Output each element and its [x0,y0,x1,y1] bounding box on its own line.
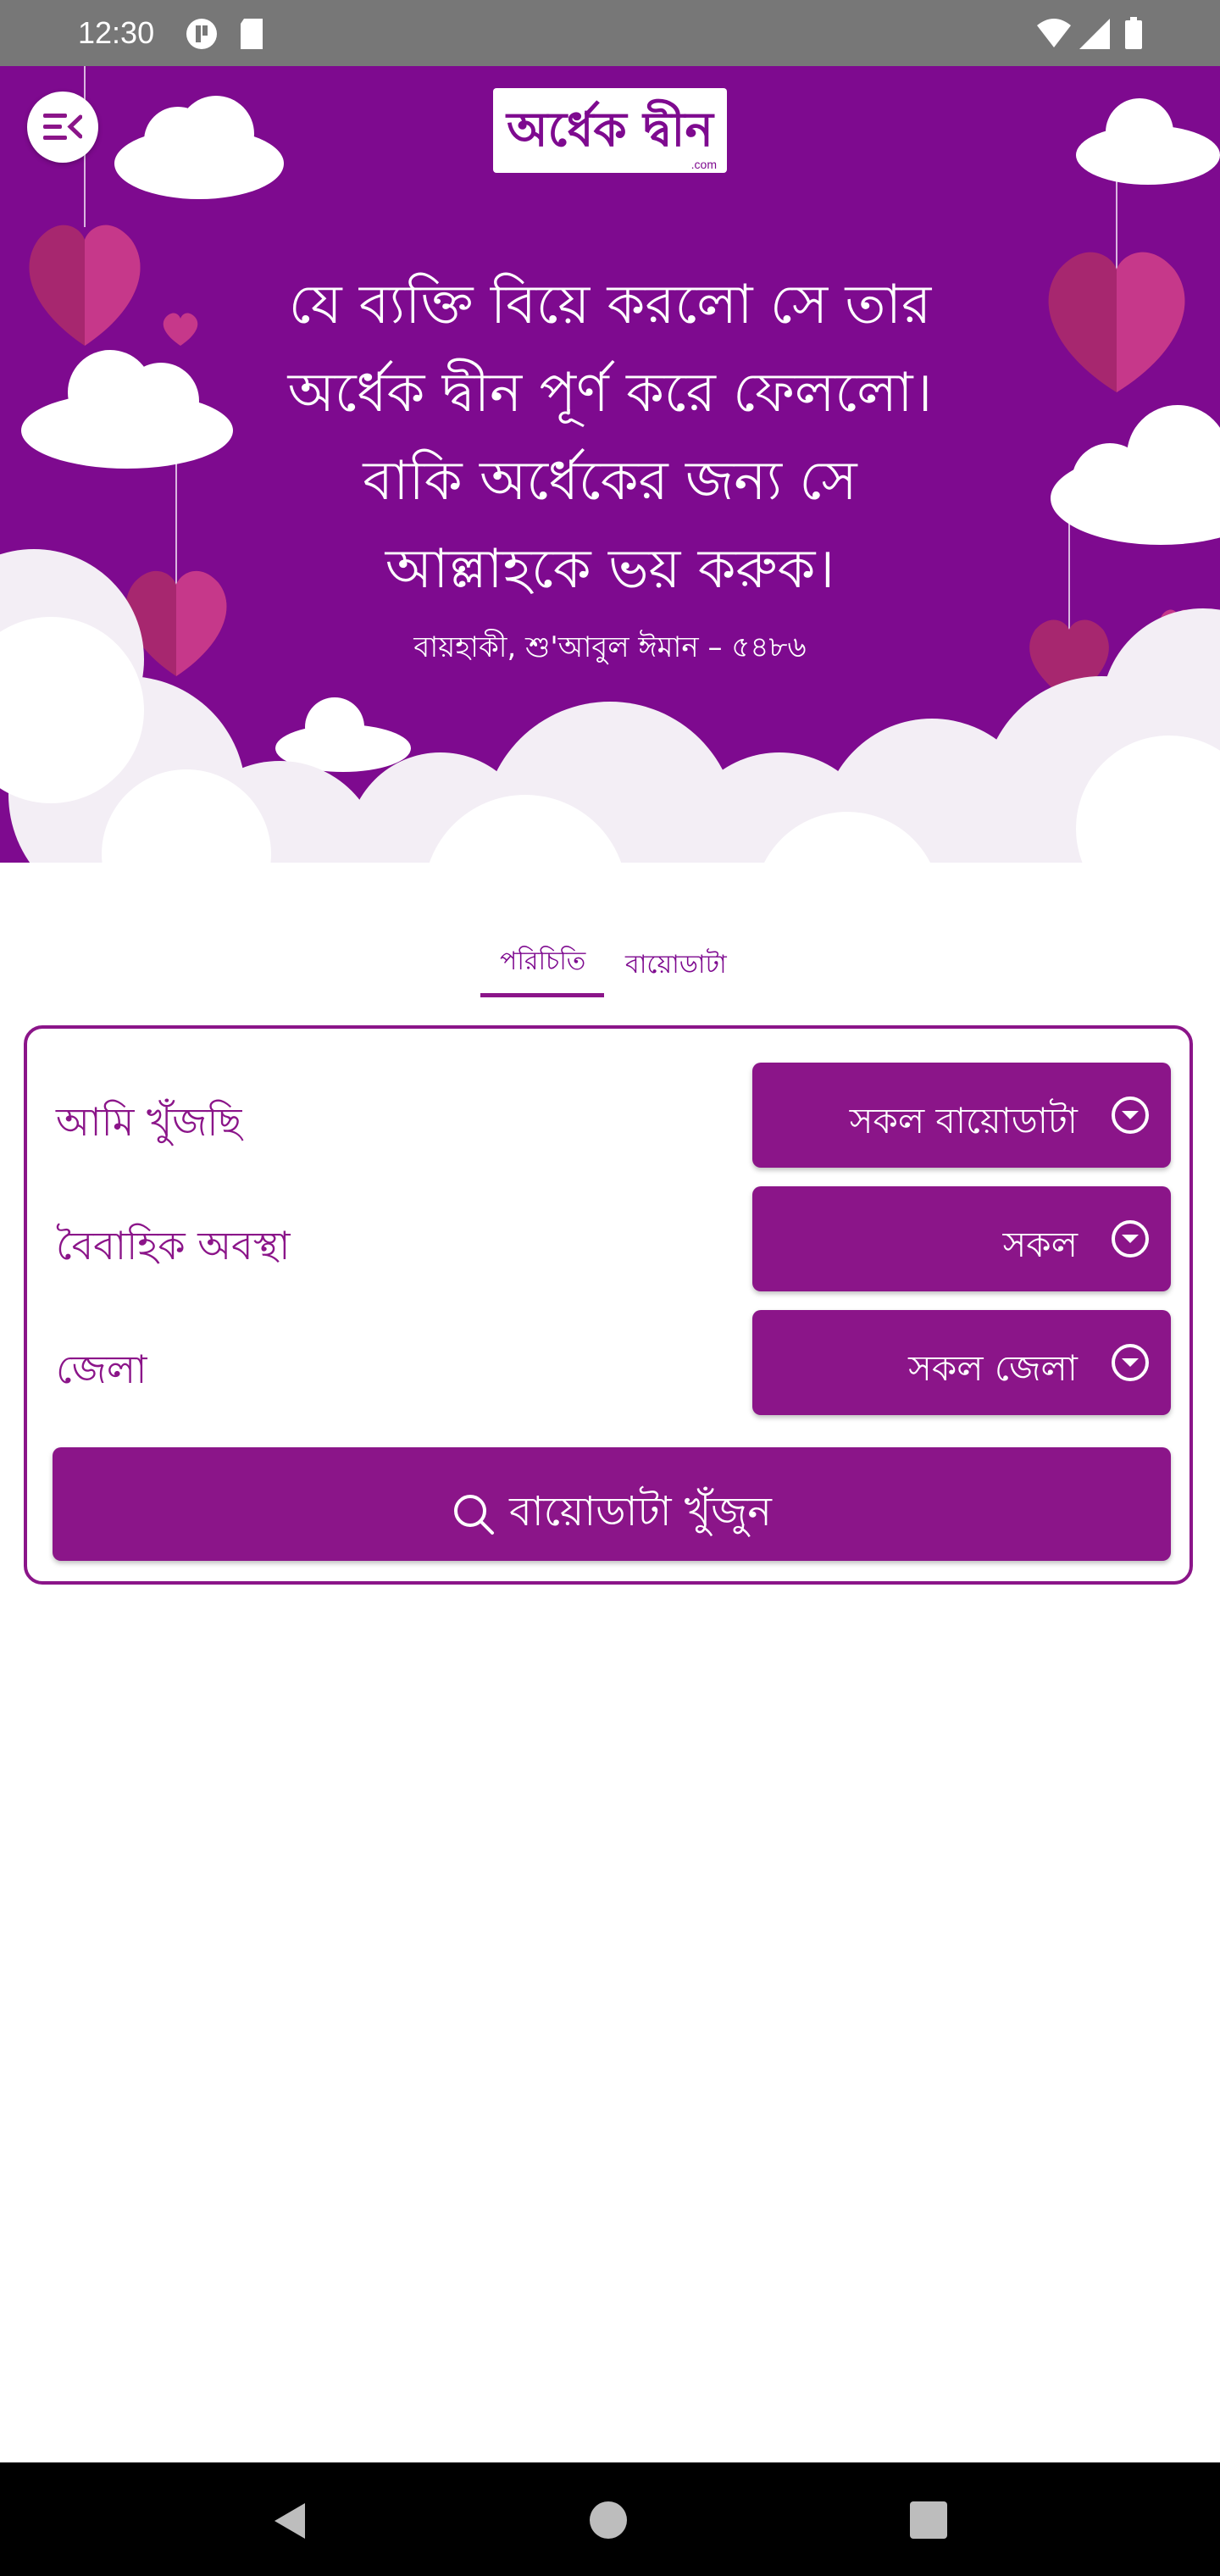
chevron-down-circle-icon [1112,1096,1149,1134]
status-bar: 12:30 [0,0,1220,66]
battery-icon [1123,17,1144,54]
logo[interactable]: অর্ধেক দ্বীন .com [493,88,727,173]
recent-apps-icon[interactable] [910,2501,947,2539]
system-nav-bar [0,2462,1220,2576]
quote-line: অর্ধেক দ্বীন পূর্ণ করে ফেললো। [287,362,933,425]
tab-introduction[interactable]: পরিচিতি [500,941,585,984]
search-card: আমি খুঁজছি সকল বায়োডাটা বৈবাহিক অবস্থা … [24,1025,1193,1585]
quote-line: যে ব্যক্তি বিয়ে করলো সে তার [288,274,932,336]
logo-suffix: .com [690,158,717,171]
search-button-label: বায়োডাটা খুঁজুন [509,1488,772,1535]
district-label: জেলা [56,1346,147,1392]
status-time: 12:30 [78,15,155,50]
hero-banner: অর্ধেক দ্বীন .com যে ব্যক্তি বিয়ে করলো … [0,66,1220,905]
sd-card-icon [237,17,266,54]
quote-source: বায়হাকী, শু'আবুল ঈমান – ৫৪৮৬ [413,630,807,664]
marital-status-select[interactable]: সকল [752,1186,1171,1291]
app-notification-icon [185,17,219,54]
district-select[interactable]: সকল জেলা [752,1310,1171,1415]
tab-biodata[interactable]: বায়োডাটা [625,944,727,987]
looking-for-label: আমি খুঁজছি [56,1099,242,1145]
home-icon[interactable] [590,2501,627,2539]
marital-status-value: সকল [1002,1224,1078,1265]
search-icon [454,1495,495,1535]
signal-icon [1078,17,1112,54]
quote-line: আল্লাহকে ভয় করুক। [385,538,835,601]
menu-button[interactable] [27,92,98,163]
menu-collapse-icon [43,114,82,140]
tab-active-indicator [480,993,604,997]
chevron-down-circle-icon [1112,1344,1149,1381]
chevron-down-circle-icon [1112,1220,1149,1257]
marital-status-label: বৈবাহিক অবস্থা [56,1223,291,1269]
quote: যে ব্যক্তি বিয়ে করলো সে তার অর্ধেক দ্বী… [203,261,1017,613]
district-value: সকল জেলা [908,1347,1078,1389]
wifi-icon [1035,17,1073,54]
looking-for-value: সকল বায়োডাটা [849,1100,1078,1141]
back-icon[interactable] [271,2500,308,2542]
search-biodata-button[interactable]: বায়োডাটা খুঁজুন [53,1447,1171,1561]
looking-for-select[interactable]: সকল বায়োডাটা [752,1063,1171,1168]
quote-line: বাকি অর্ধেকের জন্য সে [363,450,857,513]
